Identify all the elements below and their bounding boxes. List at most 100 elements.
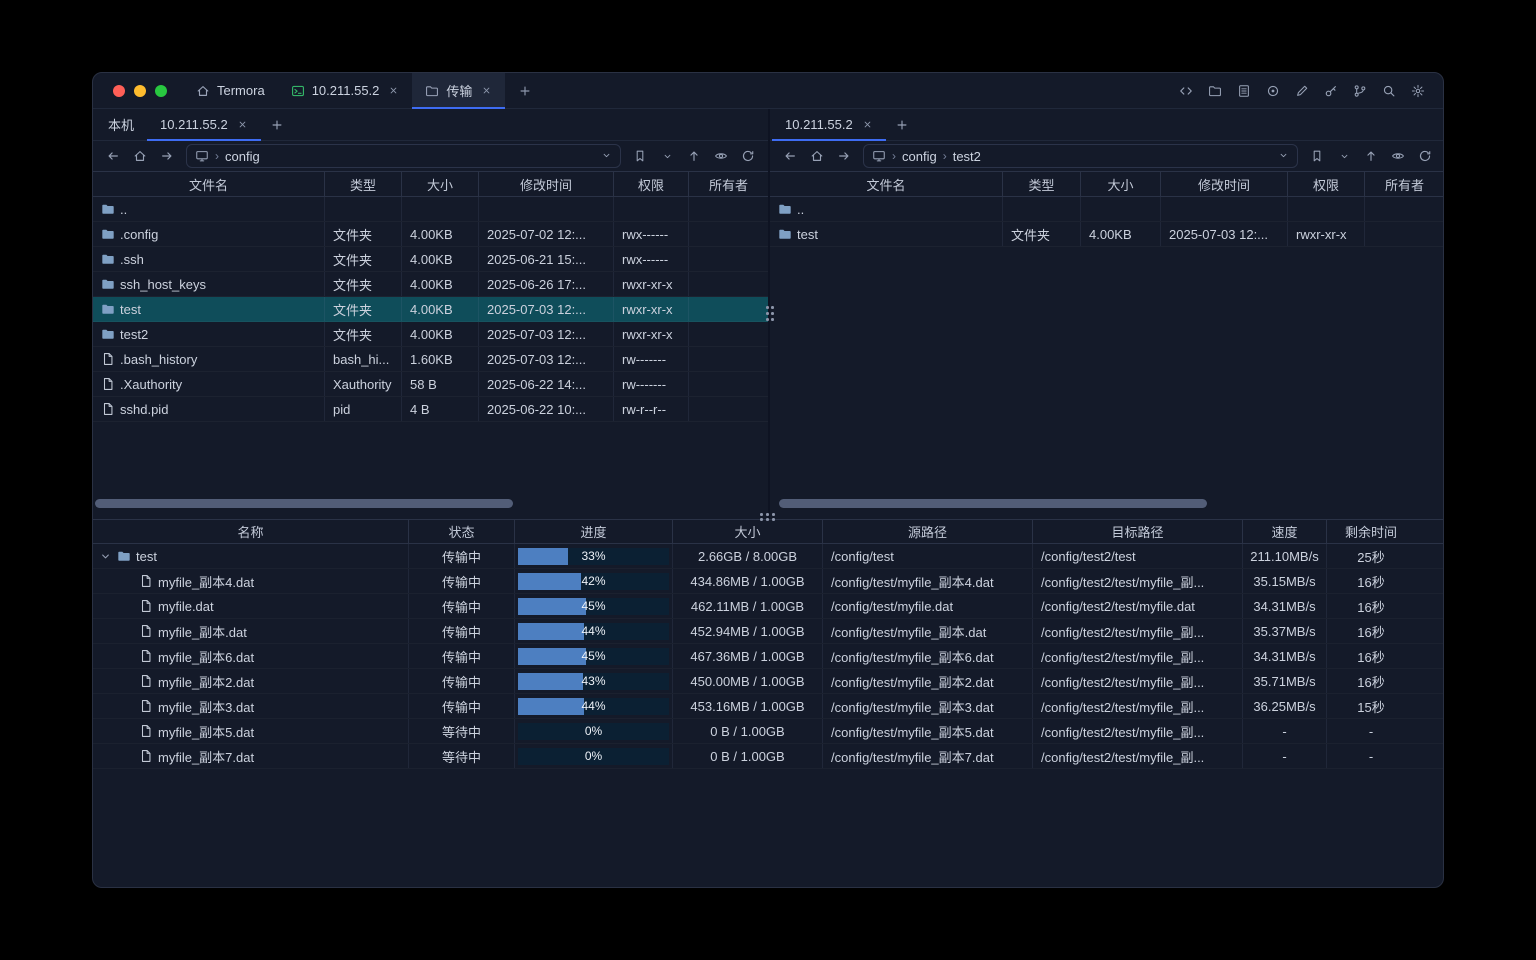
column-header[interactable]: 剩余时间 [1327, 520, 1415, 543]
file-row[interactable]: test文件夹4.00KB2025-07-03 12:...rwxr-xr-x [93, 297, 768, 322]
file-row[interactable]: ssh_host_keys文件夹4.00KB2025-06-26 17:...r… [93, 272, 768, 297]
transfer-name: myfile_副本5.dat [158, 722, 254, 741]
transfer-row[interactable]: myfile_副本5.dat等待中0%0 B / 1.00GB/config/t… [93, 719, 1443, 744]
code-button[interactable] [1172, 77, 1199, 104]
tab-close-icon[interactable] [388, 85, 399, 96]
speed-text: 211.10MB/s [1250, 549, 1318, 564]
horizontal-splitter-handle-icon[interactable] [759, 512, 777, 521]
new-panel-tab-button[interactable] [261, 109, 293, 140]
settings-button[interactable] [1404, 77, 1431, 104]
column-header[interactable]: 所有者 [1365, 172, 1444, 196]
new-panel-tab-button[interactable] [886, 109, 918, 140]
tab-close-icon[interactable] [481, 85, 492, 96]
panel-tab[interactable]: 本机 [95, 109, 147, 140]
column-header[interactable]: 所有者 [689, 172, 768, 196]
path-breadcrumb[interactable]: config [186, 144, 621, 168]
column-header[interactable]: 修改时间 [1161, 172, 1288, 196]
back-button[interactable] [778, 144, 802, 168]
folder2-button[interactable] [1201, 77, 1228, 104]
file-row[interactable]: sshd.pidpid4 B2025-06-22 10:...rw-r--r-- [93, 397, 768, 422]
chevronDown-icon [662, 151, 673, 162]
column-header[interactable]: 名称 [93, 520, 409, 543]
column-header[interactable]: 目标路径 [1033, 520, 1243, 543]
new-tab-button[interactable] [505, 73, 545, 108]
breadcrumb-dropdown[interactable] [1278, 149, 1289, 164]
record-button[interactable] [1259, 77, 1286, 104]
transfer-row[interactable]: myfile_副本.dat传输中44%452.94MB / 1.00GB/con… [93, 619, 1443, 644]
path-breadcrumb[interactable]: config test2 [863, 144, 1298, 168]
column-header[interactable]: 大小 [673, 520, 823, 543]
column-header[interactable]: 状态 [409, 520, 515, 543]
file-row[interactable]: test文件夹4.00KB2025-07-03 12:...rwxr-xr-x [770, 222, 1444, 247]
refresh-button[interactable] [1413, 144, 1437, 168]
progress-bar: 33% [518, 548, 669, 565]
transfer-row[interactable]: test传输中33%2.66GB / 8.00GB/config/test/co… [93, 544, 1443, 569]
parent-directory-button[interactable] [1359, 144, 1383, 168]
column-header[interactable]: 文件名 [770, 172, 1003, 196]
left-file-panel: 本机10.211.55.2 config 文件名类型大小修改时间权限所有者...co… [93, 109, 768, 519]
app-tab-传输[interactable]: 传输 [412, 73, 505, 108]
branch-button[interactable] [1346, 77, 1373, 104]
tab-close-icon[interactable] [862, 119, 873, 130]
breadcrumb-segment[interactable]: test2 [953, 149, 981, 164]
column-header[interactable]: 文件名 [93, 172, 325, 196]
search-button[interactable] [1375, 77, 1402, 104]
file-row[interactable]: test2文件夹4.00KB2025-07-03 12:...rwxr-xr-x [93, 322, 768, 347]
key-button[interactable] [1317, 77, 1344, 104]
file-row[interactable]: .bash_historybash_hi...1.60KB2025-07-03 … [93, 347, 768, 372]
column-header[interactable]: 大小 [402, 172, 479, 196]
app-tab-10.211.55.2[interactable]: 10.211.55.2 [278, 73, 413, 108]
forward-button[interactable] [155, 144, 179, 168]
forward-button[interactable] [832, 144, 856, 168]
parent-directory-button[interactable] [682, 144, 706, 168]
bookmark-button[interactable] [1305, 144, 1329, 168]
panel-tab[interactable]: 10.211.55.2 [772, 109, 886, 140]
file-row[interactable]: .. [770, 197, 1444, 222]
back-button[interactable] [101, 144, 125, 168]
column-header[interactable]: 类型 [1003, 172, 1081, 196]
bookmark-button[interactable] [628, 144, 652, 168]
home-button[interactable] [805, 144, 829, 168]
scrollbar-thumb[interactable] [95, 499, 513, 508]
list-button[interactable] [1230, 77, 1257, 104]
expander-icon[interactable] [99, 550, 112, 563]
column-header[interactable]: 修改时间 [479, 172, 614, 196]
edit-button[interactable] [1288, 77, 1315, 104]
file-row[interactable]: .. [93, 197, 768, 222]
column-header[interactable]: 速度 [1243, 520, 1327, 543]
transfer-row[interactable]: myfile_副本3.dat传输中44%453.16MB / 1.00GB/co… [93, 694, 1443, 719]
transfer-row[interactable]: myfile_副本4.dat传输中42%434.86MB / 1.00GB/co… [93, 569, 1443, 594]
show-hidden-button[interactable] [1386, 144, 1410, 168]
app-tab-termora[interactable]: Termora [183, 73, 278, 108]
column-header[interactable]: 进度 [515, 520, 673, 543]
close-window-button[interactable] [113, 85, 125, 97]
file-row[interactable]: .XauthorityXauthority58 B2025-06-22 14:.… [93, 372, 768, 397]
horizontal-scrollbar [93, 499, 768, 508]
transfer-row[interactable]: myfile.dat传输中45%462.11MB / 1.00GB/config… [93, 594, 1443, 619]
home-button[interactable] [128, 144, 152, 168]
column-header[interactable]: 权限 [1288, 172, 1365, 196]
show-hidden-button[interactable] [709, 144, 733, 168]
transfer-name: myfile.dat [158, 599, 214, 614]
file-row[interactable]: .config文件夹4.00KB2025-07-02 12:...rwx----… [93, 222, 768, 247]
zoom-window-button[interactable] [155, 85, 167, 97]
column-header[interactable]: 权限 [614, 172, 689, 196]
column-header[interactable]: 源路径 [823, 520, 1033, 543]
transfer-row[interactable]: myfile_副本6.dat传输中45%467.36MB / 1.00GB/co… [93, 644, 1443, 669]
breadcrumb-segment[interactable]: config [902, 149, 937, 164]
file-cell-text: 文件夹 [333, 250, 372, 269]
bookmark-dropdown-button[interactable] [1332, 144, 1356, 168]
panel-tab[interactable]: 10.211.55.2 [147, 109, 261, 140]
minimize-window-button[interactable] [134, 85, 146, 97]
transfer-row[interactable]: myfile_副本2.dat传输中43%450.00MB / 1.00GB/co… [93, 669, 1443, 694]
column-header[interactable]: 类型 [325, 172, 402, 196]
tab-close-icon[interactable] [237, 119, 248, 130]
breadcrumb-dropdown[interactable] [601, 149, 612, 164]
scrollbar-thumb[interactable] [779, 499, 1207, 508]
refresh-button[interactable] [736, 144, 760, 168]
file-row[interactable]: .ssh文件夹4.00KB2025-06-21 15:...rwx------ [93, 247, 768, 272]
bookmark-dropdown-button[interactable] [655, 144, 679, 168]
breadcrumb-segment[interactable]: config [225, 149, 260, 164]
column-header[interactable]: 大小 [1081, 172, 1161, 196]
transfer-row[interactable]: myfile_副本7.dat等待中0%0 B / 1.00GB/config/t… [93, 744, 1443, 769]
